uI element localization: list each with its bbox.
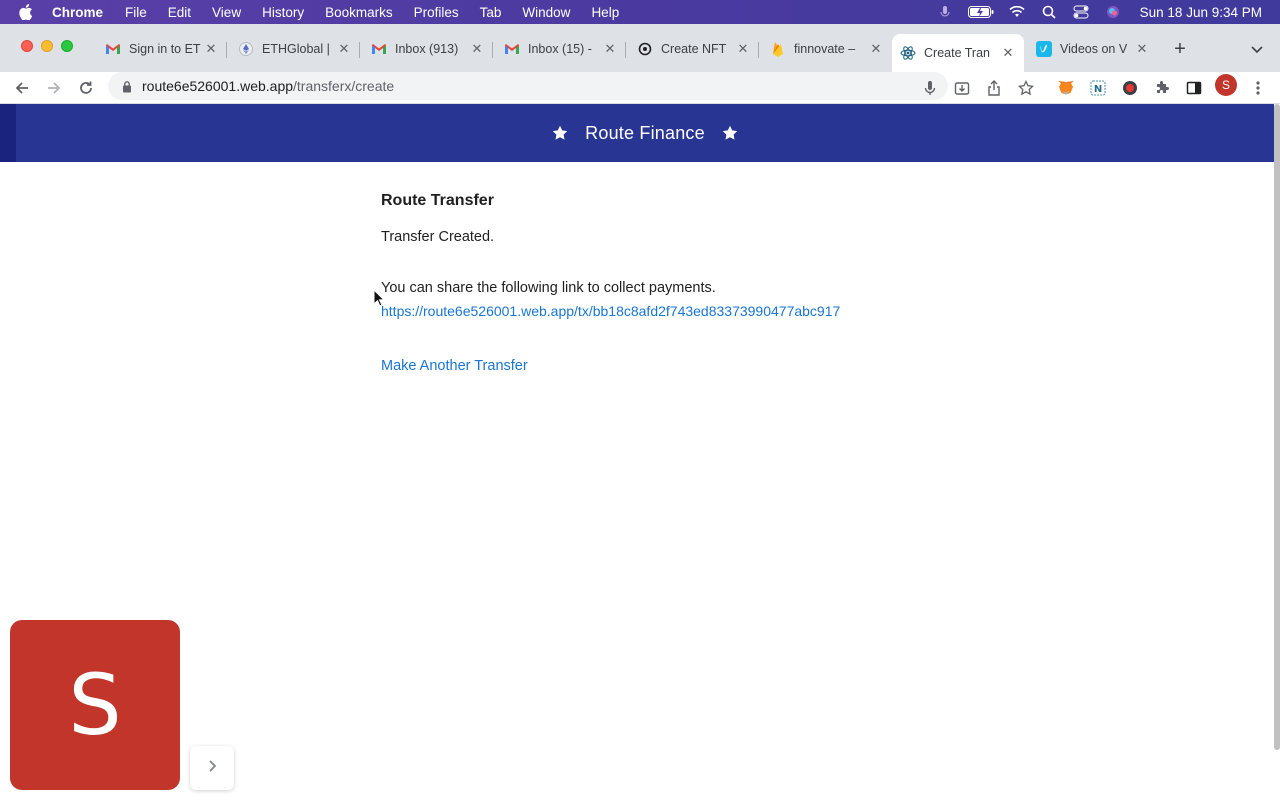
chevron-right-icon — [207, 759, 217, 778]
vimeo-icon — [1036, 41, 1052, 57]
menu-app-name[interactable]: Chrome — [52, 5, 103, 20]
close-icon[interactable]: ✕ — [1134, 41, 1150, 57]
tab-vimeo[interactable]: Videos on V ✕ — [1028, 34, 1158, 64]
apple-icon[interactable] — [19, 4, 33, 20]
gmail-icon — [371, 41, 387, 57]
tab-sign-in[interactable]: Sign in to ET ✕ — [97, 34, 227, 64]
menu-tab[interactable]: Tab — [480, 5, 502, 20]
microphone-icon[interactable] — [936, 4, 954, 20]
chrome-menu-icon[interactable] — [1247, 77, 1269, 99]
share-icon[interactable] — [983, 77, 1005, 99]
window-zoom-button[interactable] — [61, 40, 73, 52]
make-another-transfer-link[interactable]: Make Another Transfer — [381, 358, 528, 374]
expand-widget-button[interactable] — [190, 746, 234, 790]
tab-inbox-15[interactable]: Inbox (15) - ✕ — [496, 34, 626, 64]
menu-bookmarks[interactable]: Bookmarks — [325, 5, 393, 20]
record-icon[interactable] — [1119, 77, 1141, 99]
payment-link[interactable]: https://route6e526001.web.app/tx/bb18c8a… — [381, 303, 981, 319]
macos-menu-bar: Chrome File Edit View History Bookmarks … — [0, 0, 1280, 24]
menu-view[interactable]: View — [212, 5, 241, 20]
url-text[interactable]: route6e526001.web.app/transferx/create — [142, 78, 394, 94]
install-app-icon[interactable] — [951, 77, 973, 99]
menu-help[interactable]: Help — [591, 5, 619, 20]
browser-tab-strip: Sign in to ET ✕ ETHGlobal | ✕ Inbox (913… — [0, 24, 1280, 72]
gmail-icon — [504, 41, 520, 57]
bookmark-star-icon[interactable] — [1015, 77, 1037, 99]
close-icon[interactable]: ✕ — [336, 41, 352, 57]
brand-title: Route Finance — [585, 122, 705, 143]
battery-icon[interactable] — [967, 4, 994, 20]
close-icon[interactable]: ✕ — [203, 41, 219, 57]
metamask-icon[interactable] — [1055, 77, 1077, 99]
transfer-result-panel: Route Transfer Transfer Created. You can… — [381, 192, 981, 375]
forward-button[interactable] — [43, 77, 65, 99]
close-icon[interactable]: ✕ — [735, 41, 751, 57]
tab-inbox-913[interactable]: Inbox (913) ✕ — [363, 34, 493, 64]
floating-avatar-widget[interactable]: S — [10, 620, 180, 790]
siri-icon[interactable] — [1104, 4, 1122, 20]
tab-create-transfer[interactable]: Create Tran ✕ — [892, 34, 1024, 72]
widget-letter: S — [68, 656, 122, 754]
address-bar[interactable]: route6e526001.web.app/transferx/create — [108, 72, 948, 100]
control-center-icon[interactable] — [1072, 4, 1090, 20]
svg-text:N: N — [1094, 84, 1102, 95]
menu-file[interactable]: File — [125, 5, 147, 20]
extension-n-icon[interactable]: N — [1087, 77, 1109, 99]
close-icon[interactable]: ✕ — [469, 41, 485, 57]
window-close-button[interactable] — [21, 40, 33, 52]
side-panel-icon[interactable] — [1183, 77, 1205, 99]
share-instructions: You can share the following link to coll… — [381, 280, 716, 296]
page-scrollbar[interactable] — [1274, 104, 1280, 750]
page-viewport: Route Finance Route Transfer Transfer Cr… — [0, 104, 1274, 800]
status-message: Transfer Created. — [381, 229, 495, 245]
voice-search-icon[interactable] — [919, 77, 941, 99]
menu-edit[interactable]: Edit — [168, 5, 191, 20]
new-tab-button[interactable]: + — [1170, 39, 1190, 59]
app-header: Route Finance — [0, 104, 1274, 162]
star-icon — [722, 125, 738, 141]
close-icon[interactable]: ✕ — [602, 41, 618, 57]
tab-ethglobal[interactable]: ETHGlobal | ✕ — [230, 34, 360, 64]
react-icon — [900, 45, 916, 61]
page-title: Route Transfer — [381, 192, 494, 209]
profile-avatar[interactable]: S — [1215, 74, 1237, 96]
spotlight-search-icon[interactable] — [1040, 4, 1058, 20]
tab-create-nft[interactable]: Create NFT ✕ — [629, 34, 759, 64]
firebase-icon — [770, 41, 786, 57]
wifi-icon[interactable] — [1008, 4, 1026, 20]
reload-button[interactable] — [75, 77, 97, 99]
star-icon — [552, 125, 568, 141]
menu-history[interactable]: History — [262, 5, 304, 20]
chevron-down-icon[interactable] — [1250, 42, 1264, 56]
extensions-puzzle-icon[interactable] — [1151, 77, 1173, 99]
ethglobal-icon — [238, 41, 254, 57]
close-icon[interactable]: ✕ — [1000, 45, 1016, 61]
tab-finnovate[interactable]: finnovate – ✕ — [762, 34, 892, 64]
menu-clock[interactable]: Sun 18 Jun 9:34 PM — [1140, 5, 1262, 20]
openai-icon — [637, 41, 653, 57]
lock-icon[interactable] — [120, 79, 134, 93]
window-minimize-button[interactable] — [41, 40, 53, 52]
browser-toolbar: route6e526001.web.app/transferx/create N — [0, 72, 1280, 104]
mouse-cursor-icon — [373, 288, 386, 307]
menu-profiles[interactable]: Profiles — [414, 5, 459, 20]
back-button[interactable] — [11, 77, 33, 99]
close-icon[interactable]: ✕ — [868, 41, 884, 57]
menu-window[interactable]: Window — [522, 5, 570, 20]
gmail-icon — [105, 41, 121, 57]
